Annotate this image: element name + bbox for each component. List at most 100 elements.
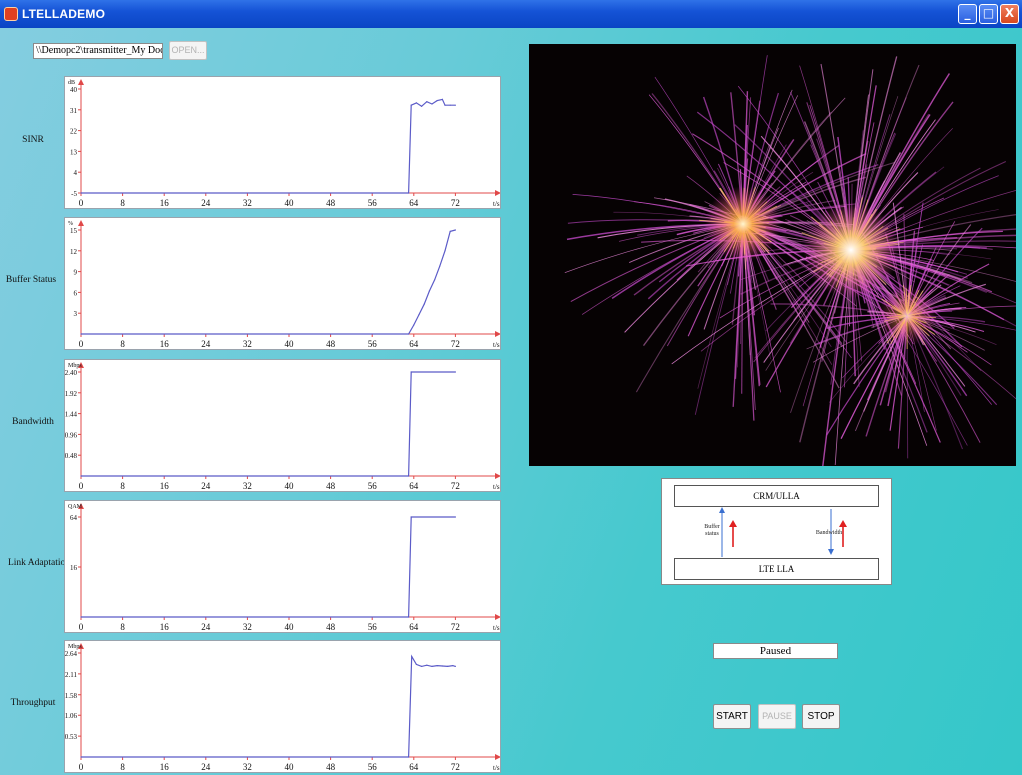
pause-button[interactable]: PAUSE: [758, 704, 796, 729]
data-point: [426, 664, 428, 666]
throughput-chart-svg: Mbps0 8 16 24 32 40 48 56 64 72 t/s2.642.111.581.0…: [65, 643, 500, 772]
x-tick-label: 72: [451, 622, 460, 632]
left-arrowhead: [719, 507, 725, 513]
x-unit-label: t/s: [493, 200, 500, 208]
plot-label-throughput: Throughput: [10, 698, 56, 708]
data-point: [439, 265, 441, 267]
data-point: [454, 229, 456, 231]
series-line: [81, 516, 456, 618]
data-point: [411, 655, 413, 658]
data-point: [436, 665, 438, 667]
x-tick-label: 0: [79, 481, 84, 491]
y-tick-label: 31: [70, 107, 78, 115]
x-tick-label: 48: [326, 762, 336, 772]
start-button[interactable]: START: [713, 704, 751, 729]
x-tick-label: 0: [79, 198, 84, 208]
x-tick-label: 16: [160, 622, 170, 632]
y-tick-label: 4: [74, 169, 78, 177]
y-tick-label: 1.06: [65, 712, 78, 720]
x-tick-label: 64: [409, 198, 419, 208]
file-path-field[interactable]: \\Demopc2\transmitter_My Docu: [33, 43, 163, 59]
x-tick-label: 8: [120, 481, 125, 491]
y-tick-label: 0.48: [65, 452, 78, 460]
x-tick-label: 40: [285, 481, 295, 491]
y-tick-label: 13: [70, 148, 78, 156]
x-unit-label: t/s: [493, 624, 500, 632]
plot-label-sinr: SINR: [22, 135, 44, 145]
left-red-arrowhead: [729, 520, 737, 527]
burst-core-right: [877, 286, 937, 346]
y-tick-label: 1.92: [65, 390, 78, 398]
burst-core-left: [705, 186, 781, 262]
diagram-arrows: [719, 507, 847, 557]
x-tick-label: 0: [79, 762, 84, 772]
x-unit-label: t/s: [493, 483, 500, 491]
right-arrowhead: [828, 549, 834, 555]
title-bar: LTELLADEMO _ □ X: [0, 0, 1022, 28]
y-unit-label: QAM: [68, 504, 83, 510]
x-tick-label: 8: [120, 762, 125, 772]
x-axis-arrow: [495, 331, 500, 337]
x-tick-label: 16: [160, 481, 170, 491]
bandwidth-chart-svg: Mbps0 8 16 24 32 40 48 56 64 72 t/s2.401.921.440.9…: [65, 362, 500, 491]
data-point: [441, 98, 443, 100]
x-tick-label: 32: [243, 622, 252, 632]
burst-core-center: [803, 202, 899, 298]
minimize-button[interactable]: _: [958, 4, 977, 24]
data-point: [428, 290, 430, 292]
data-point: [454, 665, 456, 667]
data-point: [418, 313, 420, 316]
y-axis-arrow: [78, 79, 84, 85]
x-tick-label: 16: [160, 198, 170, 208]
data-point: [413, 324, 415, 326]
data-point: [434, 279, 436, 281]
x-tick-label: 8: [120, 198, 125, 208]
protocol-diagram: CRM/ULLA LTE LLA Buffer status Bandwidth: [661, 478, 892, 585]
window-title: LTELLADEMO: [22, 7, 106, 21]
buffer-status-label: Buffer status: [704, 524, 720, 537]
status-field: Paused: [713, 643, 838, 659]
maximize-button[interactable]: □: [979, 4, 998, 24]
y-tick-label: 22: [70, 128, 78, 136]
data-point: [80, 475, 82, 477]
data-point: [454, 104, 456, 106]
x-tick-label: 32: [243, 762, 252, 772]
x-tick-label: 16: [160, 762, 170, 772]
y-tick-label: 64: [70, 514, 78, 522]
buffer-status-chart-svg: %0 8 16 24 32 40 48 56 64 72 t/s1512963: [68, 220, 500, 349]
x-tick-label: 72: [451, 198, 460, 208]
data-point: [421, 665, 423, 667]
data-point: [80, 192, 82, 194]
x-tick-label: 56: [368, 762, 378, 772]
link-adaptation-chart-svg: QAM 0 8 16 24 32 40 48 56 64 72 t/s 64 16: [68, 503, 500, 632]
data-point: [454, 371, 456, 373]
x-unit-label: t/s: [493, 764, 500, 772]
data-point: [436, 99, 438, 102]
link-adaptation-chart: QAM 0 8 16 24 32 40 48 56 64 72 t/s 64 16: [64, 500, 501, 633]
y-tick-label: 9: [74, 269, 78, 277]
open-button[interactable]: OPEN...: [169, 41, 207, 60]
video-frame: [529, 44, 1016, 466]
data-point: [421, 105, 423, 107]
sinr-chart: dB 0 8 16 24 32 40 48 56 64 72 t/s 40 31 22 13 4 -5: [64, 76, 501, 209]
stop-button[interactable]: STOP: [802, 704, 840, 729]
x-axis-arrow: [495, 614, 500, 620]
x-tick-label: 40: [285, 339, 295, 349]
close-button[interactable]: X: [1000, 4, 1019, 24]
y-tick-label: 2.11: [65, 671, 77, 679]
y-tick-label: -5: [71, 190, 77, 198]
data-point: [410, 371, 412, 373]
x-tick-label: 40: [285, 198, 295, 208]
x-tick-label: 56: [368, 481, 378, 491]
data-point: [452, 665, 454, 667]
x-tick-label: 24: [201, 198, 211, 208]
data-point: [454, 516, 456, 518]
y-tick-label: 1.44: [65, 411, 78, 419]
data-point: [408, 616, 410, 618]
x-tick-label: 48: [326, 622, 336, 632]
x-tick-label: 40: [285, 762, 295, 772]
y-tick-label: 12: [70, 248, 78, 256]
y-tick-label: 16: [70, 564, 78, 572]
y-tick-label: 2.64: [65, 650, 78, 658]
plot-label-bandwidth: Bandwidth: [12, 417, 54, 427]
